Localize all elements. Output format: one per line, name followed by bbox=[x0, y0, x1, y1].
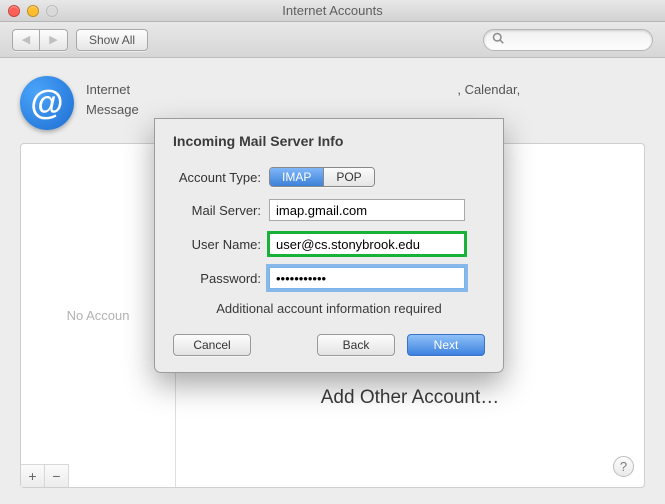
cancel-button[interactable]: Cancel bbox=[173, 334, 251, 356]
chevron-left-icon: ◀ bbox=[22, 33, 30, 46]
username-input[interactable] bbox=[269, 233, 465, 255]
plus-icon: + bbox=[28, 468, 36, 484]
show-all-button[interactable]: Show All bbox=[76, 29, 148, 51]
label-password: Password: bbox=[173, 271, 269, 286]
nav-buttons: ◀ ▶ bbox=[12, 29, 68, 51]
back-sheet-button[interactable]: Back bbox=[317, 334, 395, 356]
label-mail-server: Mail Server: bbox=[173, 203, 269, 218]
sheet-title: Incoming Mail Server Info bbox=[173, 133, 485, 149]
password-input[interactable] bbox=[269, 267, 465, 289]
account-type-segmented: IMAP POP bbox=[269, 167, 375, 187]
at-icon: @ bbox=[20, 76, 74, 130]
help-icon: ? bbox=[620, 459, 627, 474]
add-other-account[interactable]: Add Other Account… bbox=[321, 387, 500, 409]
add-account-button[interactable]: + bbox=[21, 465, 45, 487]
chevron-right-icon: ▶ bbox=[49, 33, 57, 46]
forward-button[interactable]: ▶ bbox=[40, 29, 68, 51]
row-mail-server: Mail Server: bbox=[173, 199, 485, 221]
row-password: Password: bbox=[173, 267, 485, 289]
row-account-type: Account Type: IMAP POP bbox=[173, 167, 485, 187]
back-button[interactable]: ◀ bbox=[12, 29, 40, 51]
search-icon bbox=[492, 32, 504, 47]
row-username: User Name: bbox=[173, 233, 485, 255]
minus-icon: − bbox=[52, 468, 60, 484]
sheet-button-row: Cancel Back Next bbox=[173, 334, 485, 356]
content-area: @ Internet , Calendar, Message No Accoun… bbox=[0, 58, 665, 504]
accounts-sidebar: No Accoun + − bbox=[21, 144, 176, 487]
additional-info-label: Additional account information required bbox=[173, 301, 485, 316]
mail-server-input[interactable] bbox=[269, 199, 465, 221]
label-account-type: Account Type: bbox=[173, 170, 269, 185]
next-button[interactable]: Next bbox=[407, 334, 485, 356]
incoming-mail-sheet: Incoming Mail Server Info Account Type: … bbox=[154, 118, 504, 373]
search-input[interactable] bbox=[508, 33, 638, 47]
remove-account-button[interactable]: − bbox=[45, 465, 69, 487]
titlebar: Internet Accounts bbox=[0, 0, 665, 22]
plus-minus-bar: + − bbox=[21, 464, 69, 487]
segment-pop[interactable]: POP bbox=[323, 168, 373, 186]
help-button[interactable]: ? bbox=[613, 456, 634, 477]
search-field[interactable] bbox=[483, 29, 653, 51]
segment-imap[interactable]: IMAP bbox=[270, 168, 323, 186]
no-accounts-label: No Accoun bbox=[67, 308, 130, 323]
label-username: User Name: bbox=[173, 237, 269, 252]
toolbar: ◀ ▶ Show All bbox=[0, 22, 665, 58]
window-title: Internet Accounts bbox=[0, 3, 665, 18]
